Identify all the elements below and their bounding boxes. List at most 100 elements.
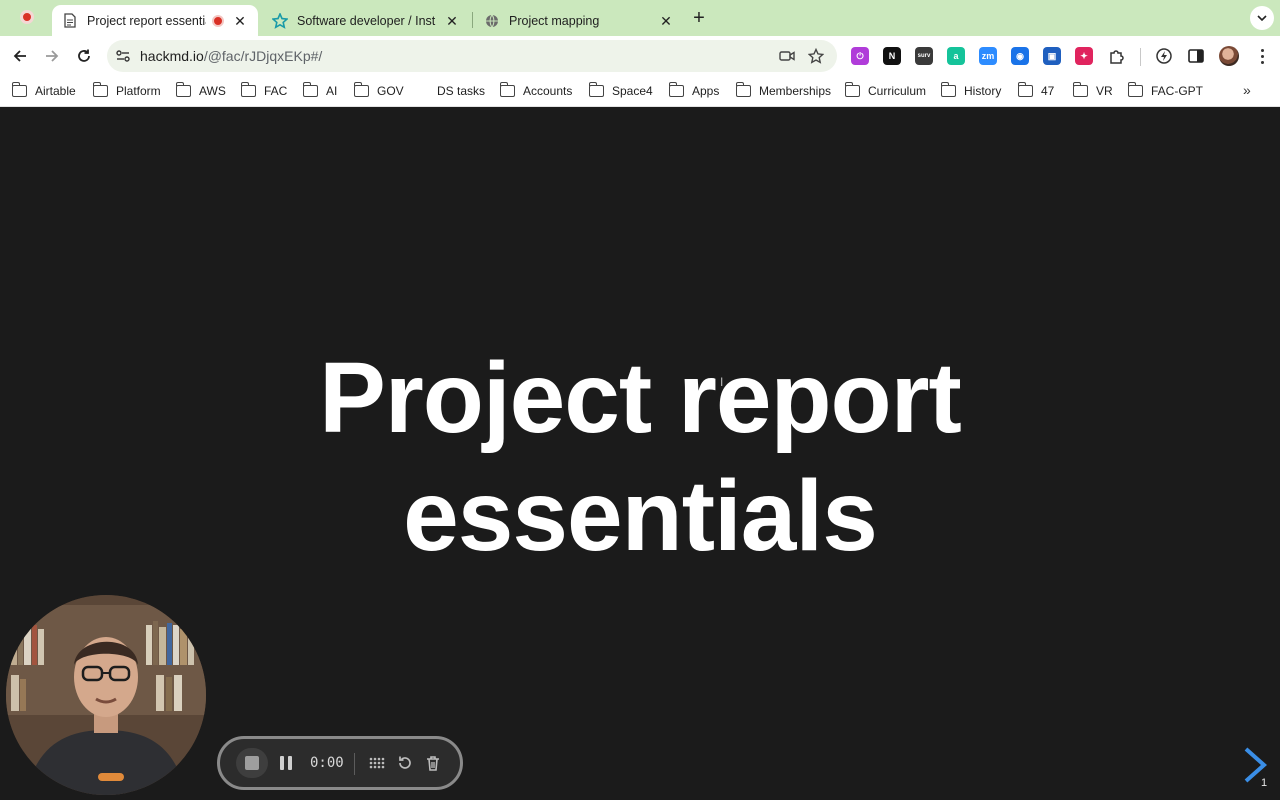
bookmark-ds-tasks[interactable]: DS tasks bbox=[437, 82, 485, 100]
folder-icon bbox=[940, 82, 956, 97]
back-button[interactable] bbox=[8, 44, 32, 68]
bookmark-accounts[interactable]: Accounts bbox=[499, 82, 572, 100]
recording-indicator-icon[interactable] bbox=[20, 10, 36, 26]
address-bar[interactable]: hackmd.io/@fac/rJDjqxEKp#/ bbox=[107, 40, 837, 72]
side-panel-icon[interactable] bbox=[1187, 47, 1205, 65]
menu-kebab-icon[interactable] bbox=[1252, 46, 1272, 66]
folder-icon bbox=[1072, 82, 1088, 97]
document-icon bbox=[62, 13, 78, 29]
folder-icon bbox=[735, 82, 751, 97]
folder-icon bbox=[1017, 82, 1033, 97]
stop-recording-button[interactable] bbox=[236, 748, 268, 778]
pause-icon-bar bbox=[288, 756, 292, 770]
bookmark-ai[interactable]: AI bbox=[302, 82, 337, 100]
text-cursor-icon: I bbox=[720, 375, 724, 389]
restart-icon[interactable] bbox=[396, 754, 414, 772]
toolbar-divider bbox=[1140, 48, 1141, 66]
bookmark-gov[interactable]: GOV bbox=[353, 82, 404, 100]
bookmark-label: FAC-GPT bbox=[1151, 84, 1204, 98]
folder-icon bbox=[240, 82, 256, 97]
profile-avatar[interactable] bbox=[1219, 46, 1239, 66]
tab-strip: Project report essentials ✕ Software dev… bbox=[0, 0, 1280, 36]
bookmark-aws[interactable]: AWS bbox=[175, 82, 226, 100]
webcam-bubble[interactable] bbox=[6, 595, 206, 795]
pause-button[interactable] bbox=[280, 756, 294, 770]
tab-divider bbox=[472, 12, 473, 28]
tab-software-developer[interactable]: Software developer / Institute ✕ bbox=[262, 5, 470, 36]
recorder-divider bbox=[354, 753, 355, 775]
zoom-icon[interactable]: zm bbox=[979, 47, 997, 65]
trash-icon[interactable] bbox=[424, 754, 442, 772]
grammarly-icon[interactable]: a bbox=[947, 47, 965, 65]
site-settings-icon[interactable] bbox=[115, 48, 131, 64]
tab-project-mapping[interactable]: Project mapping ✕ bbox=[474, 5, 684, 36]
slide-title-line-1: Project report bbox=[319, 342, 962, 454]
globe-icon bbox=[484, 13, 500, 29]
bookmark-label: VR bbox=[1096, 84, 1113, 98]
bookmark-star-icon[interactable] bbox=[807, 47, 825, 64]
folder-icon bbox=[588, 82, 604, 97]
tab-title: Project report essentials bbox=[87, 13, 206, 28]
close-tab-icon[interactable]: ✕ bbox=[444, 13, 460, 29]
camera-icon[interactable] bbox=[779, 48, 795, 64]
arrow-left-icon bbox=[13, 50, 26, 62]
reload-button[interactable] bbox=[72, 44, 96, 68]
bookmark-label: AWS bbox=[199, 84, 226, 98]
folder-icon bbox=[353, 82, 369, 97]
bookmark-vr[interactable]: VR bbox=[1072, 82, 1113, 100]
performance-icon[interactable] bbox=[1155, 47, 1173, 65]
tab-project-report[interactable]: Project report essentials ✕ bbox=[52, 5, 258, 36]
bookmark-platform[interactable]: Platform bbox=[92, 82, 161, 100]
tab-title: Software developer / Institute bbox=[297, 13, 436, 28]
folder-icon bbox=[11, 82, 27, 97]
bookmark-space4[interactable]: Space4 bbox=[588, 82, 653, 100]
forward-button[interactable] bbox=[40, 44, 64, 68]
bookmark-label: DS tasks bbox=[437, 84, 486, 98]
folder-icon bbox=[302, 82, 318, 97]
slide-title-line-2: essentials bbox=[403, 460, 878, 572]
bookmark-47[interactable]: 47 bbox=[1017, 82, 1054, 100]
url-path: /@fac/rJDjqxEKp#/ bbox=[203, 48, 323, 64]
bookmark-fac[interactable]: FAC bbox=[240, 82, 287, 100]
url-host: hackmd.io bbox=[140, 48, 204, 64]
new-tab-button[interactable]: + bbox=[689, 8, 709, 28]
vpn-icon[interactable]: ✦ bbox=[1075, 47, 1093, 65]
surv-icon[interactable]: surv bbox=[915, 47, 933, 65]
bookmark-label: History bbox=[964, 84, 1002, 98]
bookmark-apps[interactable]: Apps bbox=[668, 82, 719, 100]
bookmarks-bar: Airtable Platform AWS FAC AI GOV DS tasks Accou… bbox=[0, 76, 1280, 107]
presenter-video-image bbox=[6, 595, 206, 795]
bookmark-label: Memberships bbox=[759, 84, 832, 98]
bookmark-fac-gpt[interactable]: FAC-GPT bbox=[1127, 82, 1204, 100]
close-tab-icon[interactable]: ✕ bbox=[658, 13, 674, 29]
bookmark-history[interactable]: History bbox=[940, 82, 1002, 100]
recording-timer: 0:00 bbox=[310, 755, 344, 771]
tab-title: Project mapping bbox=[509, 13, 600, 28]
arrow-right-icon bbox=[46, 50, 59, 62]
tab-recording-icon bbox=[212, 14, 224, 27]
extension-purple-icon[interactable]: ⏻ bbox=[851, 47, 869, 65]
folder-icon bbox=[92, 82, 108, 97]
tab-search-button[interactable] bbox=[1250, 6, 1274, 30]
bookmark-label: Curriculum bbox=[868, 84, 927, 98]
bookmark-curriculum[interactable]: Curriculum bbox=[844, 82, 927, 100]
folder-icon bbox=[668, 82, 684, 97]
extensions-puzzle-icon[interactable] bbox=[1108, 47, 1126, 65]
folder-icon bbox=[499, 82, 515, 97]
recorder-controls: 0:00 bbox=[217, 736, 463, 790]
bookmark-label: GOV bbox=[377, 84, 404, 98]
bookmark-airtable[interactable]: Airtable bbox=[11, 82, 76, 100]
more-bookmarks-chevron-icon[interactable]: » bbox=[1243, 82, 1251, 98]
screen-capture-icon[interactable]: ▣ bbox=[1043, 47, 1061, 65]
slide-area: Project report essentials I 0:00 1 bbox=[0, 107, 1280, 800]
pause-icon-bar bbox=[280, 756, 284, 770]
close-tab-icon[interactable]: ✕ bbox=[232, 13, 248, 29]
grid-dots-icon[interactable] bbox=[368, 754, 386, 772]
folder-icon bbox=[175, 82, 191, 97]
reload-icon bbox=[78, 49, 90, 62]
password-manager-icon[interactable]: ◉ bbox=[1011, 47, 1029, 65]
notion-icon[interactable]: N bbox=[883, 47, 901, 65]
bookmark-label: Platform bbox=[116, 84, 161, 98]
bookmark-memberships[interactable]: Memberships bbox=[735, 82, 832, 100]
star-icon bbox=[272, 12, 288, 29]
